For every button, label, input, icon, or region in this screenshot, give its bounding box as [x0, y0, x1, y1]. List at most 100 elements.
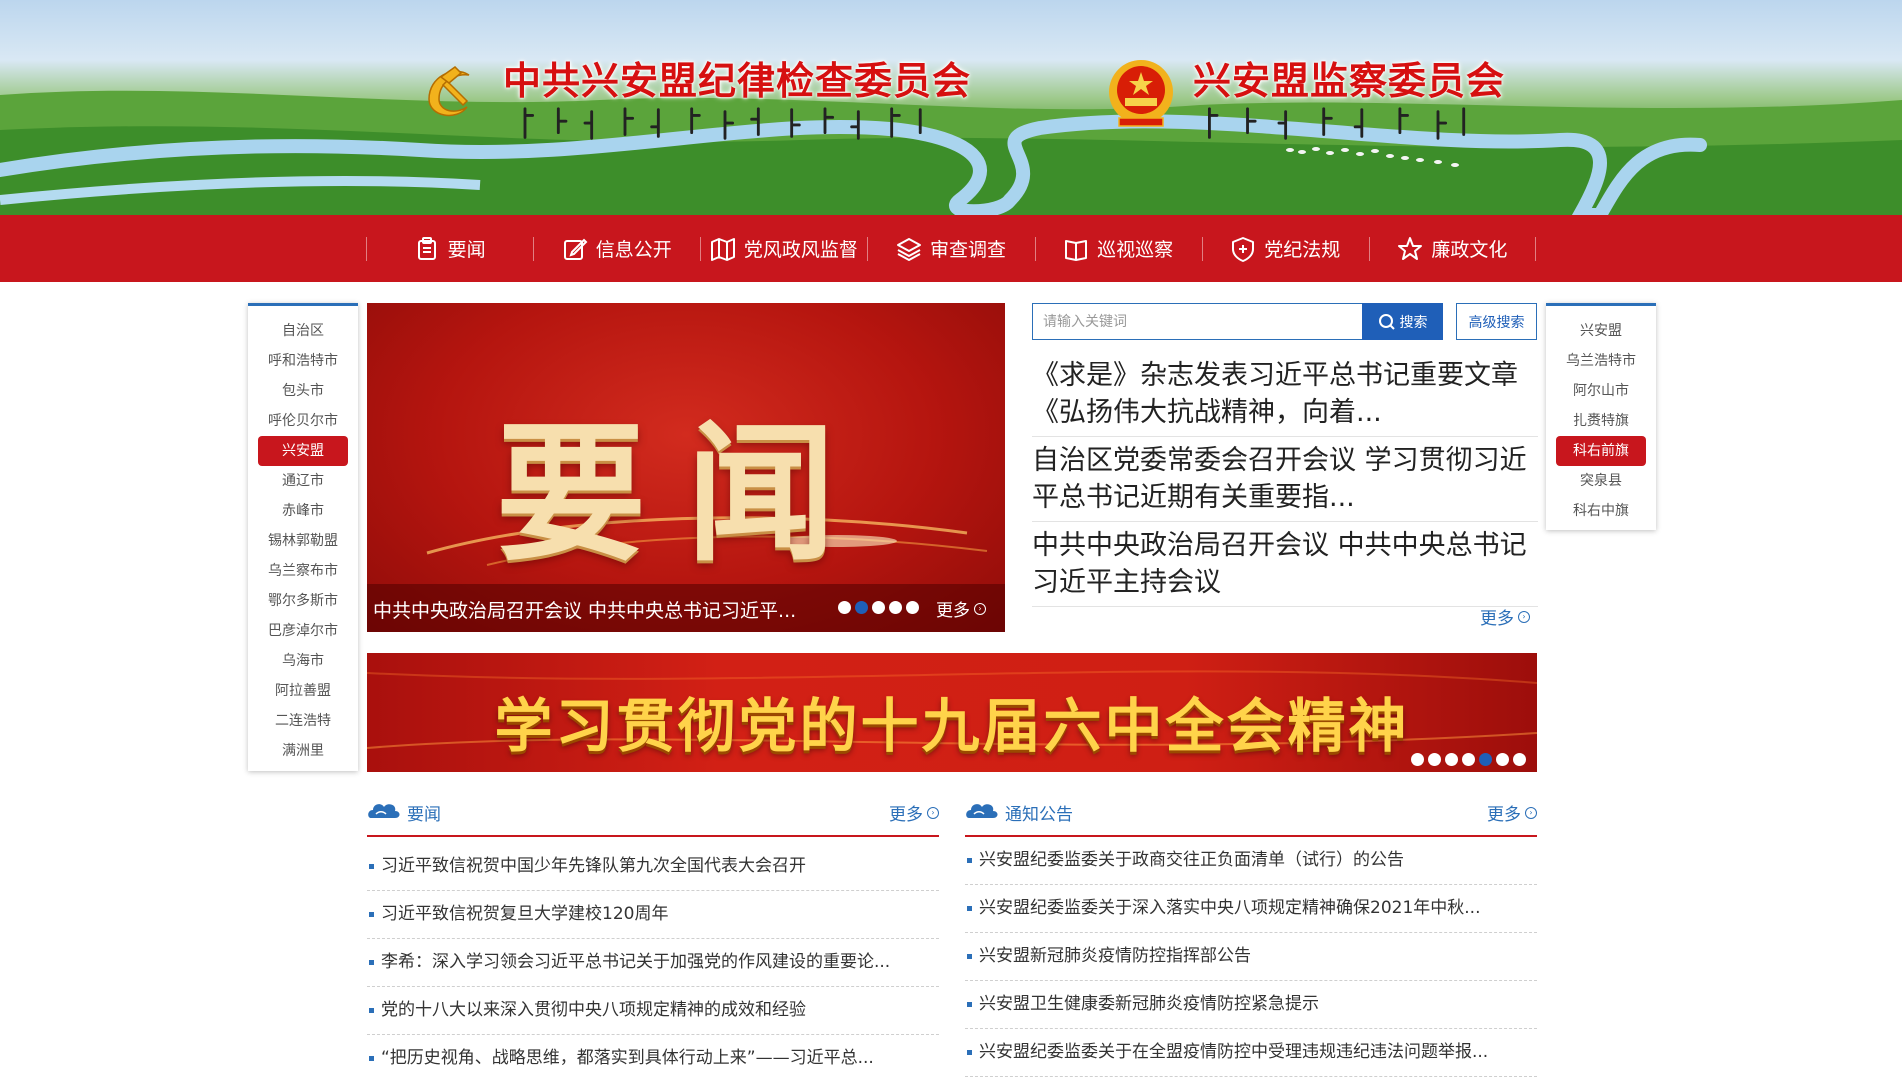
- arrow-right-icon: ›: [1525, 806, 1537, 819]
- notice-panel-header: 通知公告 更多 ›: [965, 796, 1537, 837]
- news-list-item[interactable]: 习近平致信祝贺复旦大学建校120周年: [367, 891, 939, 939]
- search-input[interactable]: [1032, 303, 1363, 340]
- advanced-search-button[interactable]: 高级搜索: [1456, 303, 1537, 340]
- slider-dot-active[interactable]: [855, 601, 868, 614]
- map-icon: [710, 237, 735, 261]
- news-slider[interactable]: 要闻 中共中央政治局召开会议 中共中央总书记习近平... 更多 ›: [367, 303, 1005, 632]
- region-link[interactable]: 阿尔山市: [1556, 376, 1646, 406]
- layers-icon: [896, 237, 921, 261]
- nav-item-inspection[interactable]: 巡视巡察: [1034, 215, 1202, 282]
- slider-caption[interactable]: 中共中央政治局召开会议 中共中央总书记习近平...: [373, 596, 796, 623]
- banner-dot[interactable]: [1411, 753, 1424, 766]
- nav-item-supervision[interactable]: 党风政风监督: [700, 215, 867, 282]
- slider-dots: [838, 601, 919, 614]
- region-link[interactable]: 乌兰浩特市: [1556, 346, 1646, 376]
- headline-link[interactable]: 《求是》杂志发表习近平总书记重要文章《弘扬伟大抗战精神，向着...: [1032, 352, 1538, 437]
- notice-list-item[interactable]: 兴安盟卫生健康委新冠肺炎疫情防控紧急提示: [965, 981, 1537, 1029]
- banner-dot[interactable]: [1462, 753, 1475, 766]
- banner-dot[interactable]: [1445, 753, 1458, 766]
- arrow-right-icon: ›: [927, 806, 939, 819]
- banner-dot[interactable]: [1428, 753, 1441, 766]
- search-icon: [1378, 313, 1395, 330]
- more-label: 更多: [936, 601, 970, 621]
- notice-panel-title: 通知公告: [1005, 805, 1073, 825]
- banner-dot[interactable]: [1496, 753, 1509, 766]
- nav-item-regulations[interactable]: 党纪法规: [1201, 215, 1369, 282]
- banner-dots: [1411, 753, 1526, 766]
- arrow-right-icon: ›: [1518, 610, 1530, 623]
- notice-list-item[interactable]: 兴安盟新冠肺炎疫情防控指挥部公告: [965, 933, 1537, 981]
- region-link[interactable]: 锡林郭勒盟: [258, 526, 348, 556]
- notice-list-item[interactable]: 兴安盟纪委监委关于政商交往正负面清单（试行）的公告: [965, 837, 1537, 885]
- region-link[interactable]: 科右中旗: [1556, 496, 1646, 526]
- cloud-icon: [368, 804, 400, 818]
- slider-dot[interactable]: [906, 601, 919, 614]
- slider-dot[interactable]: [838, 601, 851, 614]
- region-link[interactable]: 呼和浩特市: [258, 346, 348, 376]
- star-icon: [1398, 236, 1423, 260]
- headlines-more-link[interactable]: 更多 ›: [1480, 604, 1530, 629]
- region-link[interactable]: 满洲里: [258, 736, 348, 766]
- region-link[interactable]: 赤峰市: [258, 496, 348, 526]
- region-link[interactable]: 包头市: [258, 376, 348, 406]
- theme-banner-text: 学习贯彻党的十九届六中全会精神: [494, 692, 1410, 760]
- more-label: 更多: [889, 805, 923, 825]
- shield-icon: [1232, 236, 1255, 262]
- nav-item-info-disclosure[interactable]: 信息公开: [533, 215, 700, 282]
- slider-more-link[interactable]: 更多 ›: [936, 596, 986, 621]
- search-button[interactable]: 搜索: [1362, 303, 1443, 340]
- mongolian-script-left: [523, 107, 922, 140]
- slider-dot[interactable]: [889, 601, 902, 614]
- headline-list: 《求是》杂志发表习近平总书记重要文章《弘扬伟大抗战精神，向着... 自治区党委常…: [1032, 352, 1538, 607]
- news-list-item[interactable]: 党的十八大以来深入贯彻中央八项规定精神的成效和经验: [367, 987, 939, 1035]
- arrow-right-icon: ›: [974, 602, 986, 615]
- notice-list-item[interactable]: 兴安盟纪委监委关于深入落实中央八项规定精神确保2021年中秋...: [965, 885, 1537, 933]
- news-panel-title: 要闻: [407, 805, 441, 825]
- region-link-active[interactable]: 科右前旗: [1556, 436, 1646, 466]
- banner-dot-active[interactable]: [1479, 753, 1492, 766]
- site-title-right: 兴安盟监察委员会: [1193, 58, 1506, 103]
- nav-item-label: 审查调查: [929, 239, 1006, 261]
- notice-panel: 通知公告 更多 › 兴安盟纪委监委关于政商交往正负面清单（试行）的公告 兴安盟纪…: [965, 796, 1537, 1077]
- national-emblem-icon: [1105, 56, 1177, 136]
- notice-list-item[interactable]: 兴安盟纪委监委关于在全盟疫情防控中受理违规违纪违法问题举报...: [965, 1029, 1537, 1077]
- nav-item-news[interactable]: 要闻: [366, 215, 533, 282]
- headline-link[interactable]: 自治区党委常委会召开会议 学习贯彻习近平总书记近期有关重要指...: [1032, 437, 1538, 522]
- theme-banner[interactable]: 学习贯彻党的十九届六中全会精神: [367, 653, 1537, 772]
- region-link[interactable]: 二连浩特: [258, 706, 348, 736]
- notice-list: 兴安盟纪委监委关于政商交往正负面清单（试行）的公告 兴安盟纪委监委关于深入落实中…: [965, 837, 1537, 1077]
- nav-item-label: 党风政风监督: [743, 239, 858, 261]
- news-list-item[interactable]: 李希：深入学习领会习近平总书记关于加强党的作风建设的重要论...: [367, 939, 939, 987]
- region-link[interactable]: 阿拉善盟: [258, 676, 348, 706]
- region-list-left: 自治区 呼和浩特市 包头市 呼伦贝尔市 兴安盟 通辽市 赤峰市 锡林郭勒盟 乌兰…: [248, 303, 358, 771]
- news-list-item[interactable]: “把历史视角、战略思维，都落实到具体行动上来”——习近平总...: [367, 1035, 939, 1080]
- news-more-link[interactable]: 更多 ›: [889, 800, 939, 825]
- more-label: 更多: [1480, 609, 1514, 629]
- headline-link[interactable]: 中共中央政治局召开会议 中共中央总书记习近平主持会议: [1032, 522, 1538, 607]
- clipboard-icon: [417, 236, 436, 260]
- news-list-item[interactable]: 习近平致信祝贺中国少年先锋队第九次全国代表大会召开: [367, 843, 939, 891]
- nav-item-integrity-culture[interactable]: 廉政文化: [1368, 215, 1537, 282]
- edit-icon: [563, 238, 588, 260]
- notice-more-link[interactable]: 更多 ›: [1487, 800, 1537, 825]
- region-link-active[interactable]: 兴安盟: [258, 436, 348, 466]
- region-link[interactable]: 兴安盟: [1556, 316, 1646, 346]
- region-link[interactable]: 乌海市: [258, 646, 348, 676]
- site-title-left: 中共兴安盟纪律检查委员会: [503, 58, 972, 103]
- region-link[interactable]: 突泉县: [1556, 466, 1646, 496]
- region-link[interactable]: 自治区: [258, 316, 348, 346]
- region-link[interactable]: 乌兰察布市: [258, 556, 348, 586]
- banner-dot[interactable]: [1513, 753, 1526, 766]
- region-link[interactable]: 鄂尔多斯市: [258, 586, 348, 616]
- region-link[interactable]: 呼伦贝尔市: [258, 406, 348, 436]
- region-link[interactable]: 扎赉特旗: [1556, 406, 1646, 436]
- slider-dot[interactable]: [872, 601, 885, 614]
- slider-caption-bar: 中共中央政治局召开会议 中共中央总书记习近平... 更多 ›: [367, 584, 1005, 632]
- nav-item-label: 党纪法规: [1264, 239, 1341, 261]
- news-panel-header: 要闻 更多 ›: [367, 796, 939, 837]
- nav-item-label: 信息公开: [595, 239, 672, 261]
- search-button-label: 搜索: [1399, 314, 1428, 331]
- region-link[interactable]: 巴彦淖尔市: [258, 616, 348, 646]
- nav-item-investigation[interactable]: 审查调查: [867, 215, 1034, 282]
- region-link[interactable]: 通辽市: [258, 466, 348, 496]
